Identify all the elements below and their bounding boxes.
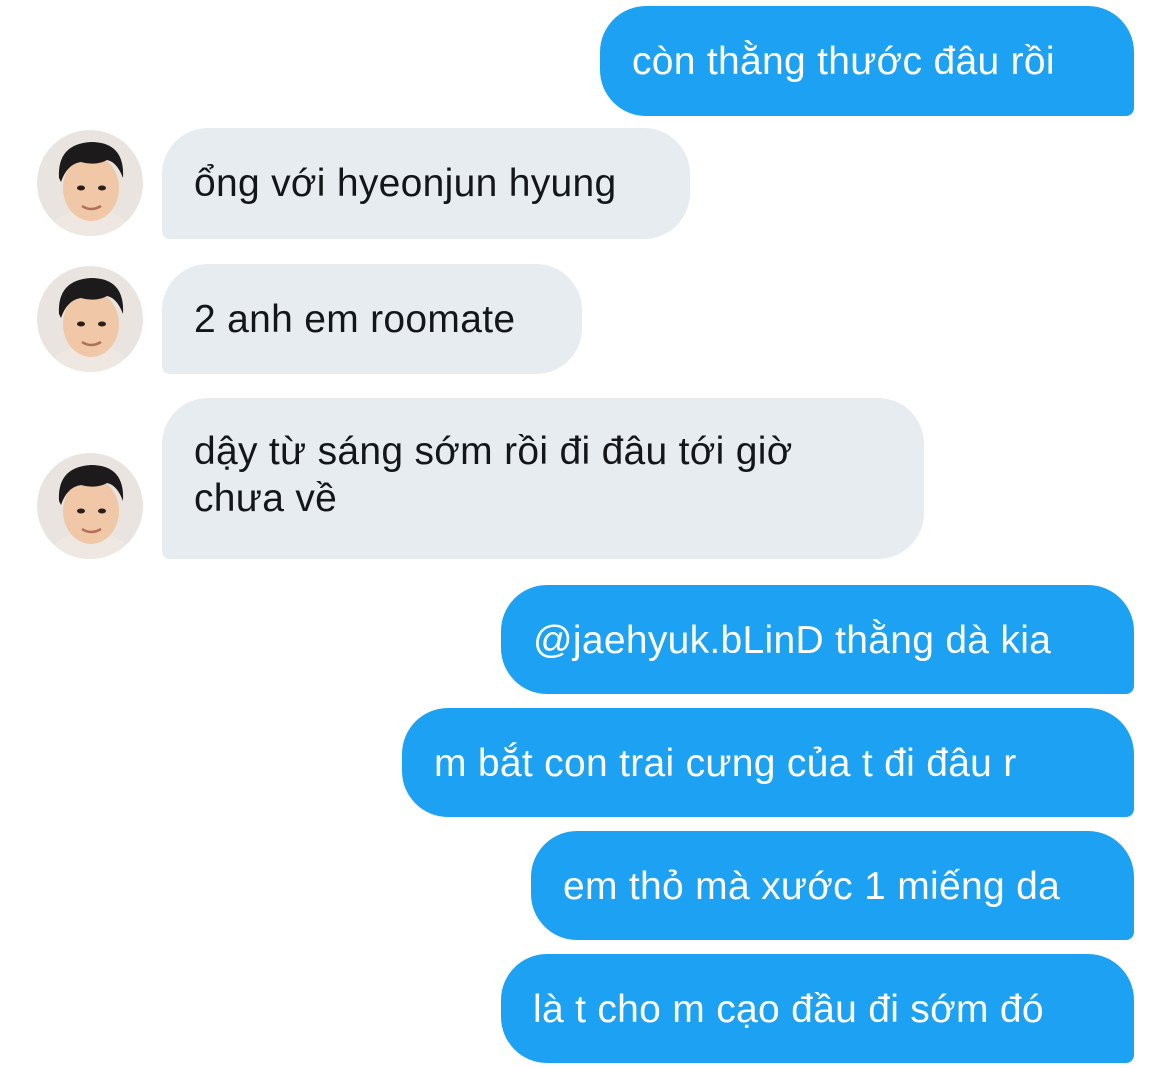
message-bubble-outgoing[interactable]: @jaehyuk.bLinD thằng dà kia xyxy=(501,585,1134,694)
sender-avatar[interactable] xyxy=(37,453,143,559)
message-bubble-outgoing[interactable]: m bắt con trai cưng của t đi đâu r xyxy=(402,708,1134,817)
message-bubble-incoming[interactable]: dậy từ sáng sớm rồi đi đâu tới giờ chưa … xyxy=(162,398,924,559)
message-bubble-incoming[interactable]: ổng với hyeonjun hyung xyxy=(162,128,690,239)
avatar-photo xyxy=(37,266,143,372)
avatar-photo xyxy=(37,130,143,236)
message-bubble-outgoing[interactable]: là t cho m cạo đầu đi sớm đó xyxy=(501,954,1134,1063)
message-bubble-outgoing[interactable]: em thỏ mà xước 1 miếng da xyxy=(531,831,1134,940)
message-bubble-incoming[interactable]: 2 anh em roomate xyxy=(162,264,582,374)
sender-avatar[interactable] xyxy=(37,266,143,372)
sender-avatar[interactable] xyxy=(37,130,143,236)
message-bubble-outgoing[interactable]: còn thằng thước đâu rồi xyxy=(600,6,1134,116)
avatar-photo xyxy=(37,453,143,559)
